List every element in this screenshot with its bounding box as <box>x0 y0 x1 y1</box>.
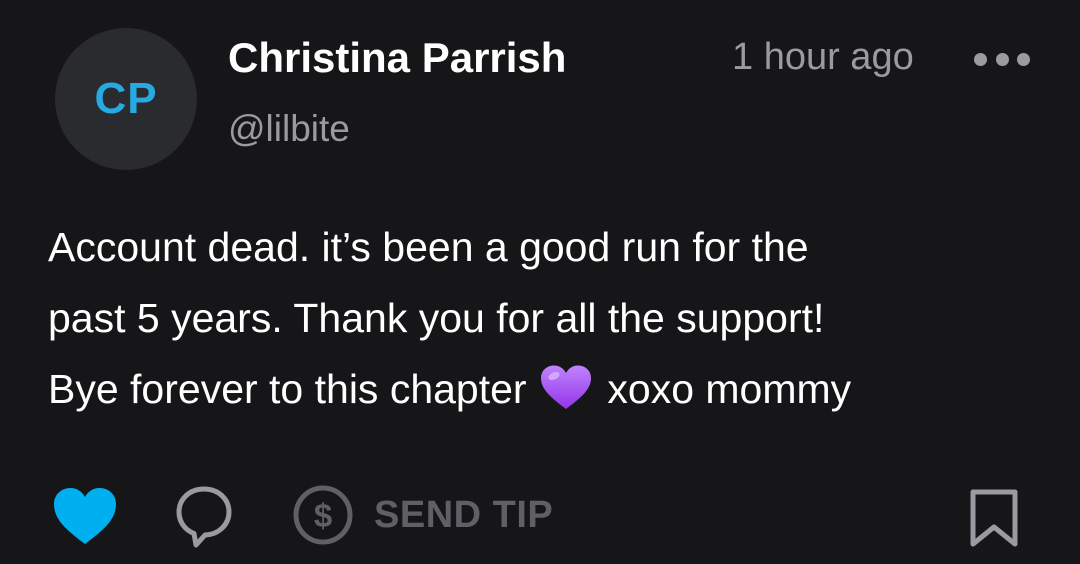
post-card: CP Christina Parrish @lilbite 1 hour ago… <box>0 0 1080 564</box>
more-dot <box>995 52 1009 66</box>
heart-icon <box>54 488 116 544</box>
bookmark-icon <box>970 489 1018 547</box>
comment-button[interactable] <box>174 484 234 548</box>
author-handle[interactable]: @lilbite <box>228 108 350 150</box>
post-text-segment: Bye forever to this chapter <box>48 366 527 412</box>
more-dot <box>974 52 987 66</box>
post-text-segment: xoxo mommy <box>607 366 852 412</box>
avatar[interactable]: CP <box>55 28 197 170</box>
post-timestamp: 1 hour ago <box>732 36 914 78</box>
avatar-initials: CP <box>94 74 158 123</box>
post-text-line: Account dead. it’s been a good run for t… <box>48 224 809 270</box>
post-actions-bar: $ SEND TIP <box>0 478 1080 550</box>
bookmark-button[interactable] <box>968 488 1020 548</box>
dollar-icon: $ <box>293 485 353 545</box>
like-button[interactable] <box>52 486 118 546</box>
author-name[interactable]: Christina Parrish <box>228 34 566 82</box>
post-text: Account dead. it’s been a good run for t… <box>48 212 1028 425</box>
send-tip-label: SEND TIP <box>374 493 554 536</box>
more-options-icon[interactable] <box>974 44 1030 74</box>
post-text-line: past 5 years. Thank you for all the supp… <box>48 295 825 341</box>
comment-icon <box>176 486 232 548</box>
more-dot <box>1017 52 1030 66</box>
svg-text:$: $ <box>314 497 332 534</box>
purple-heart-emoji <box>540 365 591 409</box>
send-tip-button[interactable]: $ SEND TIP <box>292 484 553 546</box>
post-text-line: Bye forever to this chapter xoxo mommy <box>48 354 1028 425</box>
